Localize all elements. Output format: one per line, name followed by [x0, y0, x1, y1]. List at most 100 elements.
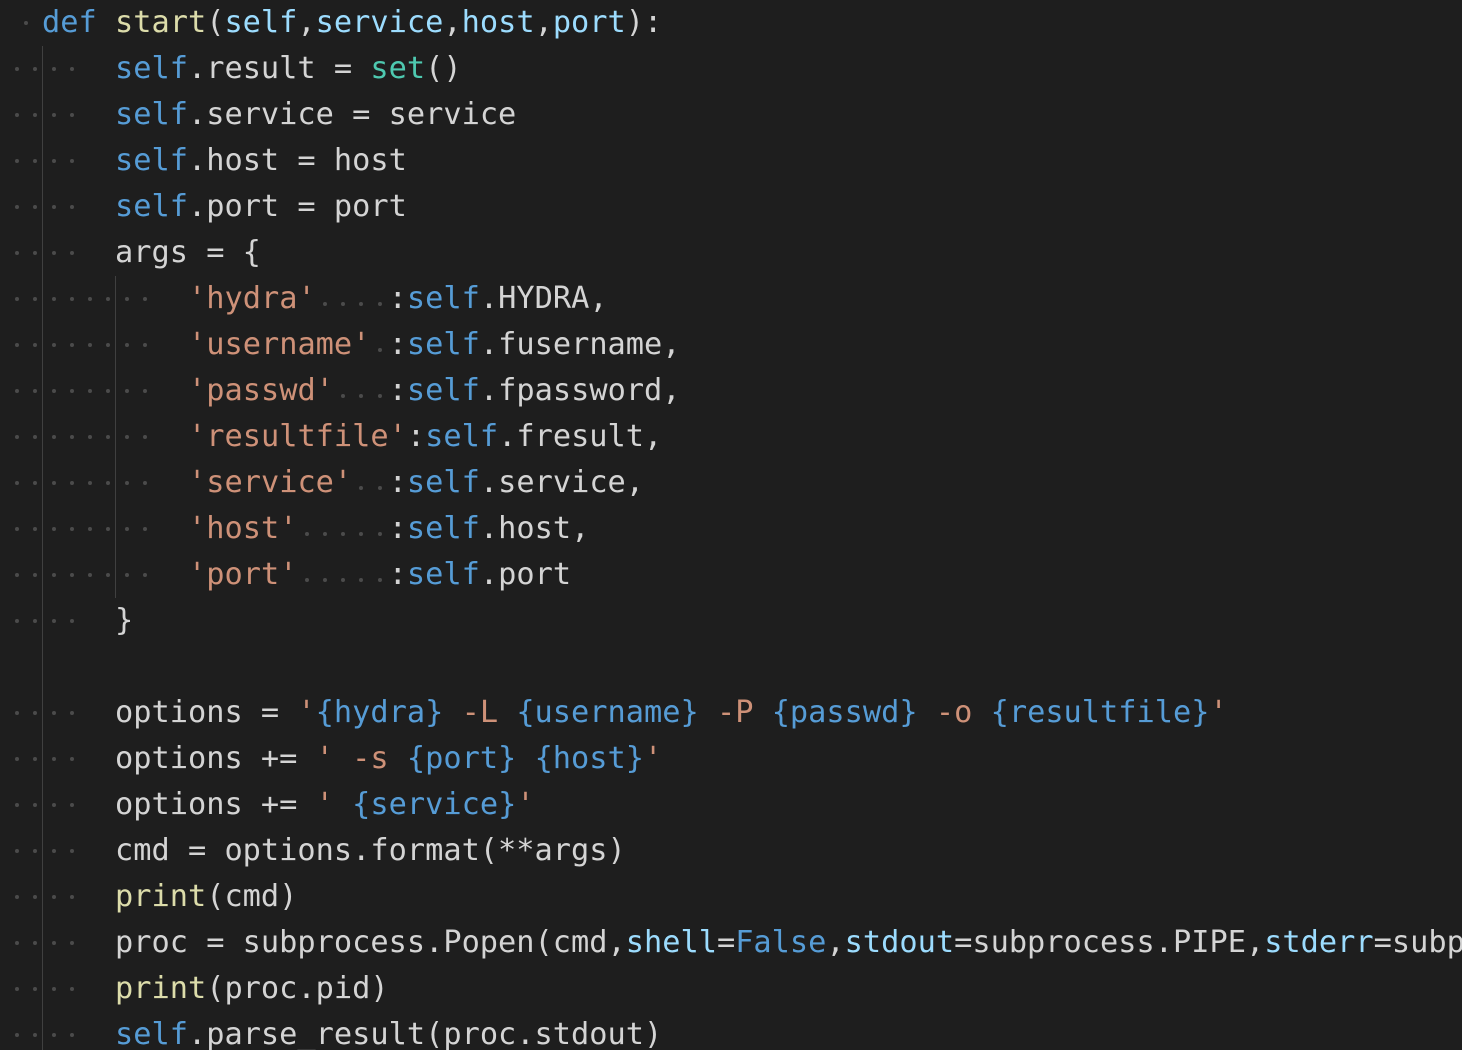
code-text: 'host' :self.host,: [188, 506, 589, 552]
code-text: self.port = port: [115, 184, 407, 230]
whitespace-marker: [341, 532, 346, 536]
code-token: :: [388, 557, 407, 592]
code-line[interactable]: args = {: [0, 230, 1462, 276]
whitespace-marker: [15, 297, 19, 301]
code-line[interactable]: def start(self,service,host,port):: [0, 0, 1462, 46]
code-token: self: [406, 281, 480, 316]
whitespace-marker: [33, 941, 38, 945]
code-text: self.parse_result(proc.stdout): [115, 1012, 662, 1050]
whitespace-marker: [142, 389, 147, 393]
code-text: options = '{hydra} -L {username} -P {pas…: [115, 690, 1228, 736]
code-token: =: [716, 925, 736, 960]
code-text: proc = subprocess.Popen(cmd,shell=False,…: [115, 920, 1462, 966]
whitespace-marker: [15, 711, 19, 715]
code-token: self: [115, 189, 188, 224]
whitespace-marker: [51, 803, 56, 807]
whitespace-marker: [15, 573, 19, 577]
whitespace-marker: [106, 435, 111, 439]
whitespace-marker: [33, 527, 38, 531]
indent-guide: [115, 276, 116, 598]
code-token: ': [315, 787, 353, 822]
code-line[interactable]: 'port' :self.port: [0, 552, 1462, 598]
code-token: .parse_result(proc.stdout): [187, 1017, 663, 1050]
code-token: self: [406, 373, 480, 408]
code-line[interactable]: self.host = host: [0, 138, 1462, 184]
whitespace-marker: [51, 1033, 56, 1037]
code-line[interactable]: options += ' -s {port} {host}': [0, 736, 1462, 782]
code-text: self.service = service: [115, 92, 516, 138]
whitespace-marker: [124, 389, 129, 393]
whitespace-marker: [69, 895, 74, 899]
code-line[interactable]: self.result = set(): [0, 46, 1462, 92]
code-line[interactable]: 'hydra' :self.HYDRA,: [0, 276, 1462, 322]
whitespace-marker: [51, 435, 56, 439]
whitespace-marker: [51, 67, 56, 71]
code-token: }: [115, 603, 134, 638]
whitespace-marker: [69, 435, 74, 439]
whitespace-marker: [15, 205, 19, 209]
code-line[interactable]: cmd = options.format(**args): [0, 828, 1462, 874]
code-token: 'port': [188, 557, 298, 592]
code-line[interactable]: print(cmd): [0, 874, 1462, 920]
whitespace-marker: [341, 578, 346, 582]
code-line[interactable]: options = '{hydra} -L {username} -P {pas…: [0, 690, 1462, 736]
whitespace-marker: [322, 578, 327, 582]
whitespace-marker: [33, 987, 38, 991]
whitespace-marker: [51, 527, 56, 531]
whitespace-marker: [377, 486, 382, 490]
code-line[interactable]: self.service = service: [0, 92, 1462, 138]
whitespace-marker: [24, 21, 28, 25]
whitespace-marker: [33, 159, 38, 163]
code-text: def start(self,service,host,port):: [42, 0, 662, 46]
whitespace-marker: [51, 251, 56, 255]
whitespace-marker: [51, 113, 56, 117]
code-line[interactable]: 'resultfile':self.fresult,: [0, 414, 1462, 460]
code-line[interactable]: 'host' :self.host,: [0, 506, 1462, 552]
whitespace-marker: [15, 343, 19, 347]
whitespace-marker: [69, 67, 74, 71]
whitespace-marker: [15, 389, 19, 393]
code-token: {resultfile}: [990, 695, 1210, 730]
whitespace-marker: [322, 532, 327, 536]
code-token: .fpassword,: [479, 373, 681, 408]
whitespace-marker: [359, 532, 364, 536]
code-token: ,: [443, 5, 462, 40]
whitespace-marker: [15, 757, 19, 761]
code-line[interactable]: self.port = port: [0, 184, 1462, 230]
code-line[interactable]: options += ' {service}': [0, 782, 1462, 828]
code-text: print(cmd): [115, 874, 297, 920]
whitespace-marker: [69, 251, 74, 255]
code-line[interactable]: self.parse_result(proc.stdout): [0, 1012, 1462, 1050]
code-text: self.result = set(): [115, 46, 462, 92]
whitespace-marker: [15, 527, 19, 531]
whitespace-marker: [124, 343, 129, 347]
code-line[interactable]: 'service' :self.service,: [0, 460, 1462, 506]
whitespace-marker: [69, 389, 74, 393]
code-token: (cmd): [206, 879, 298, 914]
code-line[interactable]: }: [0, 598, 1462, 644]
whitespace-marker: [33, 297, 38, 301]
whitespace-marker: [33, 1033, 38, 1037]
code-line[interactable]: proc = subprocess.Popen(cmd,shell=False,…: [0, 920, 1462, 966]
code-token: :: [388, 373, 407, 408]
whitespace-marker: [15, 435, 19, 439]
code-token: :: [406, 419, 426, 454]
whitespace-marker: [33, 251, 38, 255]
code-line[interactable]: print(proc.pid): [0, 966, 1462, 1012]
code-line[interactable]: [0, 644, 1462, 690]
whitespace-marker: [106, 297, 111, 301]
whitespace-marker: [124, 435, 129, 439]
whitespace-marker: [33, 573, 38, 577]
alignment-space: [316, 281, 389, 316]
alignment-space: [297, 557, 388, 592]
whitespace-marker: [124, 481, 129, 485]
code-token: stdout: [844, 925, 955, 960]
code-line[interactable]: 'username' :self.fusername,: [0, 322, 1462, 368]
whitespace-marker: [51, 895, 56, 899]
whitespace-marker: [88, 527, 92, 531]
code-line[interactable]: 'passwd' :self.fpassword,: [0, 368, 1462, 414]
whitespace-marker: [33, 711, 38, 715]
whitespace-marker: [142, 435, 147, 439]
code-editor[interactable]: def start(self,service,host,port): self.r…: [0, 0, 1462, 1050]
code-token: start: [114, 5, 207, 40]
